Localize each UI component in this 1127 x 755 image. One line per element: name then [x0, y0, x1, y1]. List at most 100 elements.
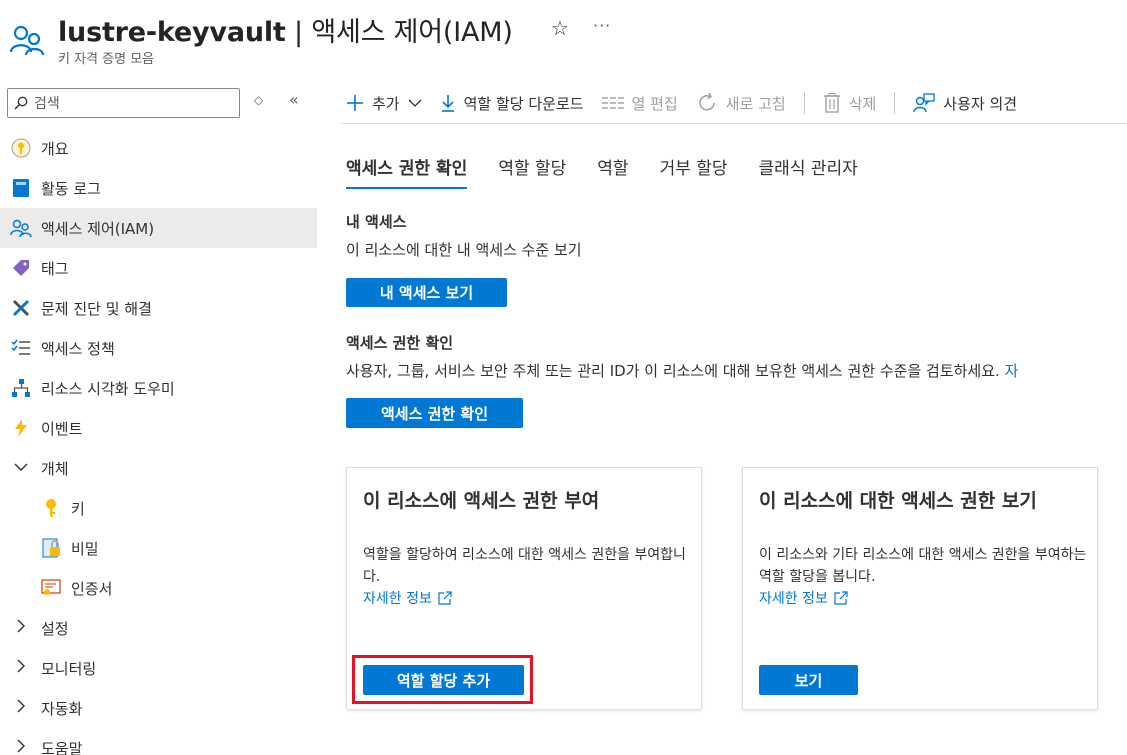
card-title: 이 리소스에 액세스 권한 부여	[363, 490, 600, 512]
sidebar-item-label: 이벤트	[41, 419, 83, 438]
search-placeholder: 검색	[34, 96, 60, 112]
edit-columns-label: 열 편집	[631, 94, 678, 113]
tab-roles[interactable]: 역할	[597, 154, 628, 189]
sidebar-item-label: 자동화	[41, 699, 83, 718]
sidebar-group-automation[interactable]: 자동화	[0, 688, 317, 728]
favorite-star-icon[interactable]: ☆	[551, 16, 569, 40]
sidebar-item-label: 키	[71, 499, 85, 518]
tab-deny-assignments[interactable]: 거부 할당	[660, 154, 728, 189]
learn-more-label: 자세한 정보	[759, 591, 828, 607]
chevron-right-icon	[10, 699, 32, 717]
feedback-label: 사용자 의견	[943, 94, 1018, 113]
sidebar-item-label: 액세스 제어(IAM)	[41, 219, 155, 238]
sidebar-item-label: 비밀	[71, 539, 99, 558]
columns-icon	[601, 96, 624, 110]
sidebar-item-label: 인증서	[71, 579, 113, 598]
sidebar-item-resource-visualizer[interactable]: 리소스 시각화 도우미	[0, 368, 317, 408]
check-access-text: 사용자, 그룹, 서비스 보안 주체 또는 관리 ID가 이 리소스에 대해 보…	[346, 362, 1000, 380]
more-options-icon[interactable]: ···	[593, 16, 611, 35]
certificate-icon	[40, 577, 62, 599]
download-role-assignments-button[interactable]: 역할 할당 다운로드	[440, 93, 584, 114]
sidebar-item-label: 개요	[41, 139, 69, 158]
sidebar-item-secrets[interactable]: 비밀	[0, 528, 317, 568]
add-label: 추가	[372, 94, 400, 113]
external-link-icon	[438, 591, 452, 605]
check-access-button[interactable]: 액세스 권한 확인	[346, 398, 523, 428]
delete-button[interactable]: 삭제	[823, 93, 877, 114]
collapse-sidebar-icon[interactable]: «	[289, 90, 299, 109]
delete-label: 삭제	[848, 94, 877, 113]
view-my-access-button[interactable]: 내 액세스 보기	[346, 278, 507, 307]
check-access-description: 사용자, 그룹, 서비스 보안 주체 또는 관리 ID가 이 리소스에 대해 보…	[346, 360, 1018, 381]
hierarchy-icon	[10, 377, 32, 399]
edit-columns-button[interactable]: 열 편집	[601, 93, 678, 114]
tab-classic-administrators[interactable]: 클래식 관리자	[759, 154, 858, 189]
my-access-description: 이 리소스에 대한 내 액세스 수준 보기	[346, 241, 582, 259]
view-button[interactable]: 보기	[759, 665, 858, 695]
sidebar-item-iam[interactable]: 액세스 제어(IAM)	[0, 208, 317, 248]
page-name: 액세스 제어(IAM)	[311, 17, 513, 48]
refresh-icon	[696, 92, 718, 114]
wrench-icon	[10, 297, 32, 319]
command-bar: 추가 역할 할당 다운로드 열 편집 새로 고침 삭제 사용자 의견	[346, 86, 1035, 120]
title-separator: |	[285, 17, 312, 48]
feedback-button[interactable]: 사용자 의견	[913, 93, 1017, 114]
learn-more-link[interactable]: 자세한 정보	[759, 588, 848, 608]
iam-people-icon	[9, 24, 46, 56]
card-title: 이 리소스에 대한 액세스 권한 보기	[759, 490, 1037, 512]
toolbar-divider	[803, 92, 805, 114]
toolbar-divider-line	[340, 123, 1127, 124]
expand-collapse-icon[interactable]: ◇	[254, 93, 263, 107]
sidebar-group-monitoring[interactable]: 모니터링	[0, 648, 317, 688]
resource-type-subtitle: 키 자격 증명 모음	[58, 52, 155, 67]
tag-icon	[10, 257, 32, 279]
sidebar-search-input[interactable]: 검색	[7, 88, 240, 118]
sidebar-item-label: 리소스 시각화 도우미	[41, 379, 175, 398]
chevron-down-icon	[408, 99, 422, 108]
view-access-card: 이 리소스에 대한 액세스 권한 보기 이 리소스와 기타 리소스에 대한 액세…	[742, 467, 1098, 710]
sidebar-group-help[interactable]: 도움말	[0, 728, 317, 755]
feedback-person-icon	[913, 93, 935, 113]
sidebar-item-overview[interactable]: 개요	[0, 128, 317, 168]
sidebar-item-label: 태그	[41, 259, 69, 278]
external-link-icon	[834, 591, 848, 605]
sidebar-group-objects[interactable]: 개체	[0, 448, 317, 488]
sidebar-item-certificates[interactable]: 인증서	[0, 568, 317, 608]
add-button[interactable]: 추가	[346, 93, 422, 114]
sidebar-item-label: 활동 로그	[41, 179, 101, 198]
tab-role-assignments[interactable]: 역할 할당	[498, 154, 566, 189]
activity-log-icon	[10, 177, 32, 199]
iam-tabs: 액세스 권한 확인 역할 할당 역할 거부 할당 클래식 관리자	[346, 154, 889, 189]
learn-more-label: 자세한 정보	[363, 591, 432, 607]
chevron-right-icon	[10, 659, 32, 677]
sidebar-item-label: 문제 진단 및 해결	[41, 299, 152, 318]
page-title: lustre-keyvault | 액세스 제어(IAM)	[58, 10, 513, 49]
key-circle-icon	[10, 137, 32, 159]
secret-icon	[40, 537, 62, 559]
sidebar-item-diagnose[interactable]: 문제 진단 및 해결	[0, 288, 317, 328]
key-icon	[40, 497, 62, 519]
sidebar-item-label: 개체	[41, 459, 69, 478]
sidebar-item-label: 액세스 정책	[41, 339, 115, 358]
sidebar-item-events[interactable]: 이벤트	[0, 408, 317, 448]
card-description: 이 리소스와 기타 리소스에 대한 액세스 권한을 부여하는 역할 할당을 봅니…	[759, 547, 1087, 585]
lightning-icon	[10, 417, 32, 439]
trash-icon	[823, 93, 841, 113]
refresh-button[interactable]: 새로 고침	[696, 92, 786, 114]
sidebar-item-activity-log[interactable]: 활동 로그	[0, 168, 317, 208]
card-description: 역할을 할당하여 리소스에 대한 액세스 권한을 부여합니다.	[363, 547, 686, 585]
plus-icon	[346, 94, 364, 112]
learn-more-link[interactable]: 자	[1005, 362, 1019, 380]
check-access-heading: 액세스 권한 확인	[346, 334, 454, 352]
sidebar-item-label: 도움말	[41, 739, 83, 755]
sidebar-item-keys[interactable]: 키	[0, 488, 317, 528]
tab-check-access[interactable]: 액세스 권한 확인	[346, 154, 468, 189]
policy-list-icon	[10, 337, 32, 359]
sidebar-group-settings[interactable]: 설정	[0, 608, 317, 648]
resource-name: lustre-keyvault	[58, 17, 286, 48]
download-label: 역할 할당 다운로드	[463, 94, 584, 113]
sidebar-item-tags[interactable]: 태그	[0, 248, 317, 288]
sidebar-item-access-policies[interactable]: 액세스 정책	[0, 328, 317, 368]
chevron-down-icon	[10, 460, 32, 476]
learn-more-link[interactable]: 자세한 정보	[363, 588, 452, 608]
